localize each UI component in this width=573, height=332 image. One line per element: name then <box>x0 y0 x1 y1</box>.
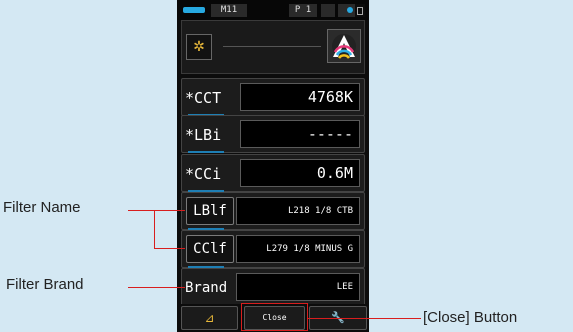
filter-name-bracket <box>154 210 155 248</box>
filter-name-leader <box>128 210 154 211</box>
filter-name-link-1 <box>154 210 185 211</box>
page-indicator: P 1 <box>289 4 317 17</box>
brand-label: Brand <box>185 280 228 296</box>
cc-filter-label: CClf <box>186 235 234 263</box>
cci-row: *CCi 0.6M <box>181 154 365 192</box>
close-button-leader <box>308 318 421 319</box>
signal-icon <box>355 4 365 17</box>
cc-filter-row: CClf L279 1/8 MINUS G <box>181 230 365 268</box>
lb-filter-label: LBlf <box>186 197 234 225</box>
cct-value: 4768K <box>240 83 360 111</box>
a-logo-icon <box>327 29 361 63</box>
brand-value[interactable]: LEE <box>236 273 360 301</box>
lb-filter-value[interactable]: L218 1/8 CTB <box>236 197 360 225</box>
triangle-icon[interactable]: ⊿ <box>181 306 238 330</box>
close-button-highlight <box>241 303 308 331</box>
filter-name-link-2 <box>154 248 185 249</box>
cci-label: *CCi <box>185 165 222 183</box>
brand-row: Brand LEE <box>181 268 365 306</box>
filter-brand-annotation: Filter Brand <box>6 276 84 293</box>
lb-filter-row: LBlf L218 1/8 CTB <box>181 192 365 230</box>
sun-icon[interactable]: ✲ <box>186 34 212 60</box>
close-button-annotation: [Close] Button <box>423 309 518 326</box>
lbi-row: *LBi ----- <box>181 115 365 153</box>
lbi-value: ----- <box>240 120 360 148</box>
cci-value: 0.6M <box>240 159 360 187</box>
status-box-1 <box>321 4 335 17</box>
battery-icon <box>183 7 205 13</box>
cct-label: *CCT <box>185 89 222 107</box>
filter-name-annotation: Filter Name <box>3 199 81 216</box>
cct-row: *CCT 4768K <box>181 78 365 116</box>
cc-filter-value[interactable]: L279 1/8 MINUS G <box>236 235 360 263</box>
memory-indicator: M11 <box>211 4 247 17</box>
header-lines <box>223 32 321 62</box>
filter-brand-leader <box>128 287 185 288</box>
lbi-label: *LBi <box>185 126 222 144</box>
